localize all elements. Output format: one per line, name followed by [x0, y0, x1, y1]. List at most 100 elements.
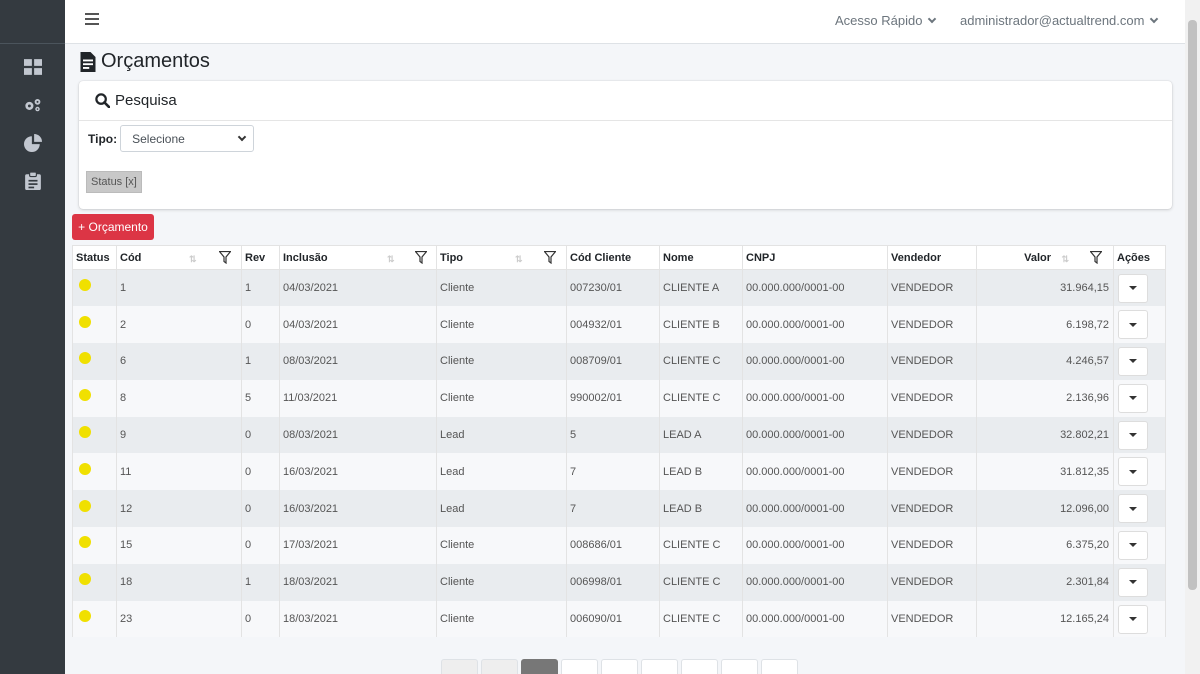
sort-icon[interactable]: ⇅: [189, 254, 197, 264]
col-cod-cliente[interactable]: Cód Cliente: [566, 245, 660, 270]
col-cod[interactable]: Cód ⇅: [116, 245, 242, 270]
caret-down-icon: [1129, 359, 1137, 364]
cell-vendedor: VENDEDOR: [887, 563, 977, 601]
cell-inclusao: 16/03/2021: [279, 490, 437, 528]
filter-icon[interactable]: [415, 251, 427, 264]
cell-vendedor: VENDEDOR: [887, 600, 977, 638]
caret-down-icon: [1129, 469, 1137, 474]
pagination-page[interactable]: [641, 659, 678, 674]
status-cell: [72, 527, 117, 564]
col-status[interactable]: Status: [72, 245, 117, 270]
filter-icon[interactable]: [219, 251, 231, 264]
row-actions-button[interactable]: [1118, 530, 1148, 560]
table-row[interactable]: 6 1 08/03/2021 Cliente 008709/01 CLIENTE C 00.…: [72, 343, 1166, 380]
cell-tipo: Lead: [436, 490, 567, 528]
tipo-select[interactable]: Selecione: [120, 125, 255, 152]
row-actions-button[interactable]: [1118, 567, 1148, 597]
row-actions-button[interactable]: [1118, 273, 1148, 303]
col-vendedor[interactable]: Vendedor: [887, 245, 977, 270]
col-inclusao[interactable]: Inclusão ⇅: [279, 245, 437, 270]
col-cnpj[interactable]: CNPJ: [742, 245, 888, 270]
col-rev-label: Rev: [245, 251, 266, 264]
cell-nome: CLIENTE C: [659, 563, 743, 601]
add-orcamento-button[interactable]: + Orçamento: [72, 214, 154, 240]
pagination-last[interactable]: [761, 659, 798, 674]
pagination-page[interactable]: [601, 659, 638, 674]
table-row[interactable]: 11 0 16/03/2021 Lead 7 LEAD B 00.000.000/0001-…: [72, 453, 1166, 491]
status-cell: [72, 490, 117, 528]
row-actions-button[interactable]: [1118, 383, 1148, 413]
cell-cnpj: 00.000.000/0001-00: [742, 453, 888, 491]
cell-cnpj: 00.000.000/0001-00: [742, 490, 888, 528]
pagination-page[interactable]: [561, 659, 598, 674]
col-valor[interactable]: Valor ⇅: [976, 245, 1114, 270]
row-actions-button[interactable]: [1118, 457, 1148, 487]
cell-cod-cliente: 5: [566, 416, 660, 454]
table-row[interactable]: 2 0 04/03/2021 Cliente 004932/01 CLIENTE B 00.…: [72, 306, 1166, 344]
cell-cnpj: 00.000.000/0001-00: [742, 527, 888, 564]
cell-vendedor: VENDEDOR: [887, 490, 977, 528]
pagination-page-current[interactable]: [521, 659, 558, 674]
chevron-down-icon: [928, 14, 937, 23]
filter-icon[interactable]: [1090, 251, 1102, 264]
pagination-first[interactable]: [441, 659, 478, 674]
scrollbar-thumb[interactable]: [1188, 20, 1197, 590]
table-row[interactable]: 9 0 08/03/2021 Lead 5 LEAD A 00.000.000/0001-0…: [72, 416, 1166, 454]
sort-icon[interactable]: ⇅: [515, 254, 523, 264]
row-actions-button[interactable]: [1118, 494, 1148, 524]
status-cell: [72, 600, 117, 638]
status-cell: [72, 379, 117, 417]
sort-icon[interactable]: ⇅: [387, 254, 395, 264]
dashboard-icon[interactable]: [0, 48, 65, 86]
clipboard-icon[interactable]: [0, 162, 65, 200]
pagination-page[interactable]: [681, 659, 718, 674]
sort-icon[interactable]: ⇅: [1061, 254, 1069, 264]
cell-cod-cliente: 990002/01: [566, 379, 660, 417]
cell-cnpj: 00.000.000/0001-00: [742, 379, 888, 417]
gears-icon[interactable]: [0, 86, 65, 124]
status-filter-tag[interactable]: Status [x]: [86, 171, 142, 193]
col-rev[interactable]: Rev: [241, 245, 280, 270]
col-cnpj-label: CNPJ: [746, 251, 776, 264]
col-tipo[interactable]: Tipo ⇅: [436, 245, 567, 270]
table-row[interactable]: 18 1 18/03/2021 Cliente 006998/01 CLIENTE C 00…: [72, 563, 1166, 601]
table-row[interactable]: 15 0 17/03/2021 Cliente 008686/01 CLIENTE C 00…: [72, 527, 1166, 564]
status-dot-icon: [79, 426, 91, 439]
row-actions-button[interactable]: [1118, 604, 1148, 634]
user-email: administrador@actualtrend.com: [960, 13, 1145, 28]
table-row[interactable]: 8 5 11/03/2021 Cliente 990002/01 CLIENTE C 00.…: [72, 379, 1166, 417]
actions-cell: [1113, 490, 1166, 528]
pagination-prev[interactable]: [481, 659, 518, 674]
caret-down-icon: [1129, 506, 1137, 511]
page-scrollbar[interactable]: [1185, 0, 1200, 674]
col-nome[interactable]: Nome: [659, 245, 743, 270]
table-row[interactable]: 12 0 16/03/2021 Lead 7 LEAD B 00.000.000/0001-…: [72, 490, 1166, 528]
cell-vendedor: VENDEDOR: [887, 527, 977, 564]
row-actions-button[interactable]: [1118, 310, 1148, 340]
table-row[interactable]: 1 1 04/03/2021 Cliente 007230/01 CLIENTE A 00.…: [72, 269, 1166, 307]
search-panel-header[interactable]: Pesquisa: [79, 81, 1172, 121]
status-dot-icon: [79, 462, 91, 475]
cell-inclusao: 16/03/2021: [279, 453, 437, 491]
filter-icon[interactable]: [544, 251, 556, 264]
cell-vendedor: VENDEDOR: [887, 343, 977, 380]
table-row[interactable]: 23 0 18/03/2021 Cliente 006090/01 CLIENTE C 00…: [72, 600, 1166, 638]
page-title-text: Orçamentos: [101, 50, 210, 72]
status-dot-icon: [79, 315, 91, 328]
col-cod-label: Cód: [120, 251, 142, 264]
cell-cod-cliente: 006090/01: [566, 600, 660, 638]
pie-chart-icon[interactable]: [0, 124, 65, 162]
pagination-next[interactable]: [721, 659, 758, 674]
quick-access-menu[interactable]: Acesso Rápido: [835, 13, 937, 28]
status-cell: [72, 343, 117, 380]
cell-valor: 6.198,72: [976, 306, 1114, 344]
caret-down-icon: [1129, 580, 1137, 585]
user-menu[interactable]: administrador@actualtrend.com: [960, 13, 1159, 28]
row-actions-button[interactable]: [1118, 420, 1148, 450]
status-dot-icon: [79, 389, 91, 402]
cell-rev: 0: [241, 453, 280, 491]
cell-cnpj: 00.000.000/0001-00: [742, 563, 888, 601]
menu-toggle-icon[interactable]: [85, 13, 99, 25]
row-actions-button[interactable]: [1118, 346, 1148, 376]
cell-cod: 1: [116, 269, 242, 307]
